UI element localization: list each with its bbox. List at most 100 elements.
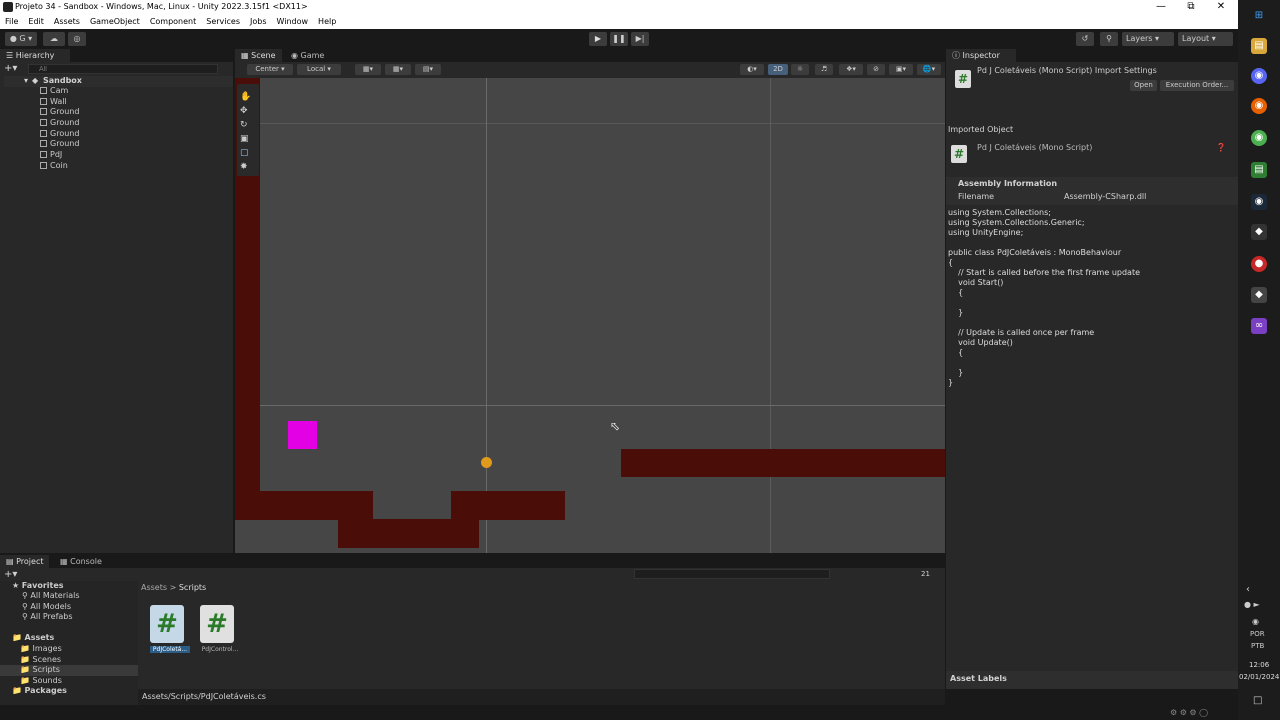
menu-gameobject[interactable]: GameObject bbox=[90, 15, 140, 29]
hierarchy-item[interactable]: Wall bbox=[40, 97, 230, 108]
mic-icon[interactable]: ● ► bbox=[1244, 600, 1260, 609]
discord-icon[interactable]: ◉ bbox=[1251, 68, 1267, 84]
tab-scene[interactable]: ▦ Scene bbox=[235, 49, 282, 62]
account-button[interactable]: ● G ▾ bbox=[5, 32, 37, 46]
menu-services[interactable]: Services bbox=[206, 15, 240, 29]
tray-expand-icon[interactable]: ‹ bbox=[1246, 584, 1250, 595]
scene-viewport[interactable]: ✋ ✥ ↻ ▣ ▢ ✸ ⬁ bbox=[235, 78, 945, 553]
menu-component[interactable]: Component bbox=[150, 15, 196, 29]
scale-tool-icon[interactable]: ▣ bbox=[240, 134, 249, 144]
step-icon[interactable]: ▶| bbox=[631, 32, 649, 46]
packages-header[interactable]: 📁 Packages bbox=[12, 686, 67, 697]
notepad-icon[interactable]: ▤ bbox=[1251, 162, 1267, 178]
hierarchy-item[interactable]: Ground bbox=[40, 118, 230, 129]
layers-dropdown[interactable]: Layers ▾ bbox=[1122, 32, 1174, 46]
menu-file[interactable]: File bbox=[5, 15, 18, 29]
play-icon[interactable]: ▶ bbox=[589, 32, 607, 46]
pivot-dropdown[interactable]: Center ▾ bbox=[247, 64, 293, 75]
create-icon[interactable]: +▾ bbox=[4, 569, 17, 580]
cloud-icon[interactable]: ☁ bbox=[43, 32, 65, 46]
snap-icon[interactable]: ▦▾ bbox=[355, 64, 381, 75]
tab-inspector[interactable]: ⓘ Inspector bbox=[946, 49, 1016, 62]
favorite-item[interactable]: ⚲ All Models bbox=[22, 602, 80, 613]
tab-hierarchy[interactable]: ☰ Hierarchy bbox=[0, 49, 70, 62]
tab-project[interactable]: ▤ Project bbox=[0, 555, 50, 568]
hand-tool-icon[interactable]: ✋ bbox=[240, 92, 251, 102]
search-icon[interactable]: ⚲ bbox=[1100, 32, 1118, 46]
menu-window[interactable]: Window bbox=[277, 15, 309, 29]
menu-help[interactable]: Help bbox=[318, 15, 336, 29]
add-icon[interactable]: +▾ bbox=[4, 63, 17, 74]
clock-time[interactable]: 12:06 bbox=[1249, 661, 1269, 669]
draw-mode-icon[interactable]: ◐▾ bbox=[740, 64, 764, 75]
audio-icon[interactable]: ♬ bbox=[815, 64, 833, 75]
hierarchy-search-input[interactable] bbox=[28, 64, 218, 74]
ground-sprite[interactable] bbox=[338, 519, 479, 548]
windows-start-icon[interactable]: ⊞ bbox=[1251, 8, 1267, 24]
ground-sprite[interactable] bbox=[621, 449, 945, 477]
player-sprite[interactable] bbox=[288, 421, 317, 449]
expand-arrow-icon[interactable]: ▾ bbox=[24, 76, 28, 85]
space-dropdown[interactable]: Local ▾ bbox=[297, 64, 341, 75]
hierarchy-item[interactable]: Ground bbox=[40, 129, 230, 140]
transform-tool-icon[interactable]: ✸ bbox=[240, 162, 248, 172]
firefox-icon[interactable]: ◉ bbox=[1251, 98, 1267, 114]
file-item[interactable]: # PdJControl... bbox=[200, 605, 240, 653]
hierarchy-item[interactable]: PdJ bbox=[40, 150, 230, 161]
increment-snap-icon[interactable]: ▤▾ bbox=[415, 64, 441, 75]
history-icon[interactable]: ↺ bbox=[1076, 32, 1094, 46]
hierarchy-item[interactable]: Cam bbox=[40, 86, 230, 97]
app-icon[interactable]: ◉ bbox=[1251, 130, 1267, 146]
folder-item[interactable]: 📁 Scenes bbox=[0, 655, 138, 666]
ground-sprite[interactable] bbox=[235, 491, 373, 520]
open-button[interactable]: Open bbox=[1130, 80, 1157, 91]
tab-game[interactable]: ◉ Game bbox=[285, 49, 330, 62]
maximize-icon[interactable]: ⧉ bbox=[1176, 0, 1206, 15]
rect-tool-icon[interactable]: ▢ bbox=[240, 148, 249, 158]
menu-edit[interactable]: Edit bbox=[28, 15, 44, 29]
assets-header[interactable]: 📁 Assets bbox=[12, 633, 54, 644]
wifi-icon[interactable]: ◉ bbox=[1252, 617, 1259, 626]
coin-sprite[interactable] bbox=[481, 457, 492, 468]
hierarchy-item[interactable]: Ground bbox=[40, 107, 230, 118]
lang-1[interactable]: POR bbox=[1250, 630, 1265, 638]
file-item[interactable]: # PdJColetá... bbox=[150, 605, 190, 653]
menu-assets[interactable]: Assets bbox=[54, 15, 80, 29]
collab-icon[interactable]: ◎ bbox=[68, 32, 86, 46]
unity-hub-icon[interactable]: ◆ bbox=[1251, 224, 1267, 240]
unity-editor-icon[interactable]: ◆ bbox=[1251, 287, 1267, 303]
help-icon[interactable]: ❓ bbox=[1216, 143, 1226, 152]
recorder-icon[interactable]: ● bbox=[1251, 256, 1267, 272]
camera-icon[interactable]: ▣▾ bbox=[889, 64, 913, 75]
gizmos-icon[interactable]: 🌐▾ bbox=[917, 64, 941, 75]
clock-date[interactable]: 02/01/2024 bbox=[1239, 673, 1279, 681]
pause-icon[interactable]: ❚❚ bbox=[610, 32, 628, 46]
notification-icon[interactable]: □ bbox=[1253, 695, 1262, 706]
file-explorer-icon[interactable]: ▤ bbox=[1251, 38, 1267, 54]
effects-icon[interactable]: ❖▾ bbox=[839, 64, 863, 75]
lighting-icon[interactable]: ☼ bbox=[791, 64, 809, 75]
menu-jobs[interactable]: Jobs bbox=[250, 15, 267, 29]
layout-dropdown[interactable]: Layout ▾ bbox=[1178, 32, 1233, 46]
lang-2[interactable]: PTB bbox=[1251, 642, 1264, 650]
tab-console[interactable]: ▦ Console bbox=[54, 555, 108, 568]
hierarchy-item[interactable]: Ground bbox=[40, 139, 230, 150]
hierarchy-item[interactable]: Coin bbox=[40, 161, 230, 172]
grid-icon[interactable]: ▦▾ bbox=[385, 64, 411, 75]
minimize-icon[interactable]: — bbox=[1146, 0, 1176, 15]
rotate-tool-icon[interactable]: ↻ bbox=[240, 120, 248, 130]
favorite-item[interactable]: ⚲ All Prefabs bbox=[22, 612, 80, 623]
steam-icon[interactable]: ◉ bbox=[1251, 194, 1267, 210]
close-icon[interactable]: ✕ bbox=[1206, 0, 1236, 15]
breadcrumb-scripts[interactable]: Scripts bbox=[179, 583, 206, 592]
visual-studio-icon[interactable]: ∞ bbox=[1251, 318, 1267, 334]
folder-item[interactable]: 📁 Images bbox=[0, 644, 138, 655]
move-tool-icon[interactable]: ✥ bbox=[240, 106, 248, 116]
breadcrumb-assets[interactable]: Assets bbox=[141, 583, 167, 592]
ground-sprite[interactable] bbox=[451, 491, 565, 520]
visibility-icon[interactable]: ⊘ bbox=[867, 64, 885, 75]
execution-order-button[interactable]: Execution Order... bbox=[1160, 80, 1234, 91]
mode-2d-button[interactable]: 2D bbox=[768, 64, 788, 75]
favorite-item[interactable]: ⚲ All Materials bbox=[22, 591, 80, 602]
project-search-input[interactable] bbox=[634, 569, 830, 579]
